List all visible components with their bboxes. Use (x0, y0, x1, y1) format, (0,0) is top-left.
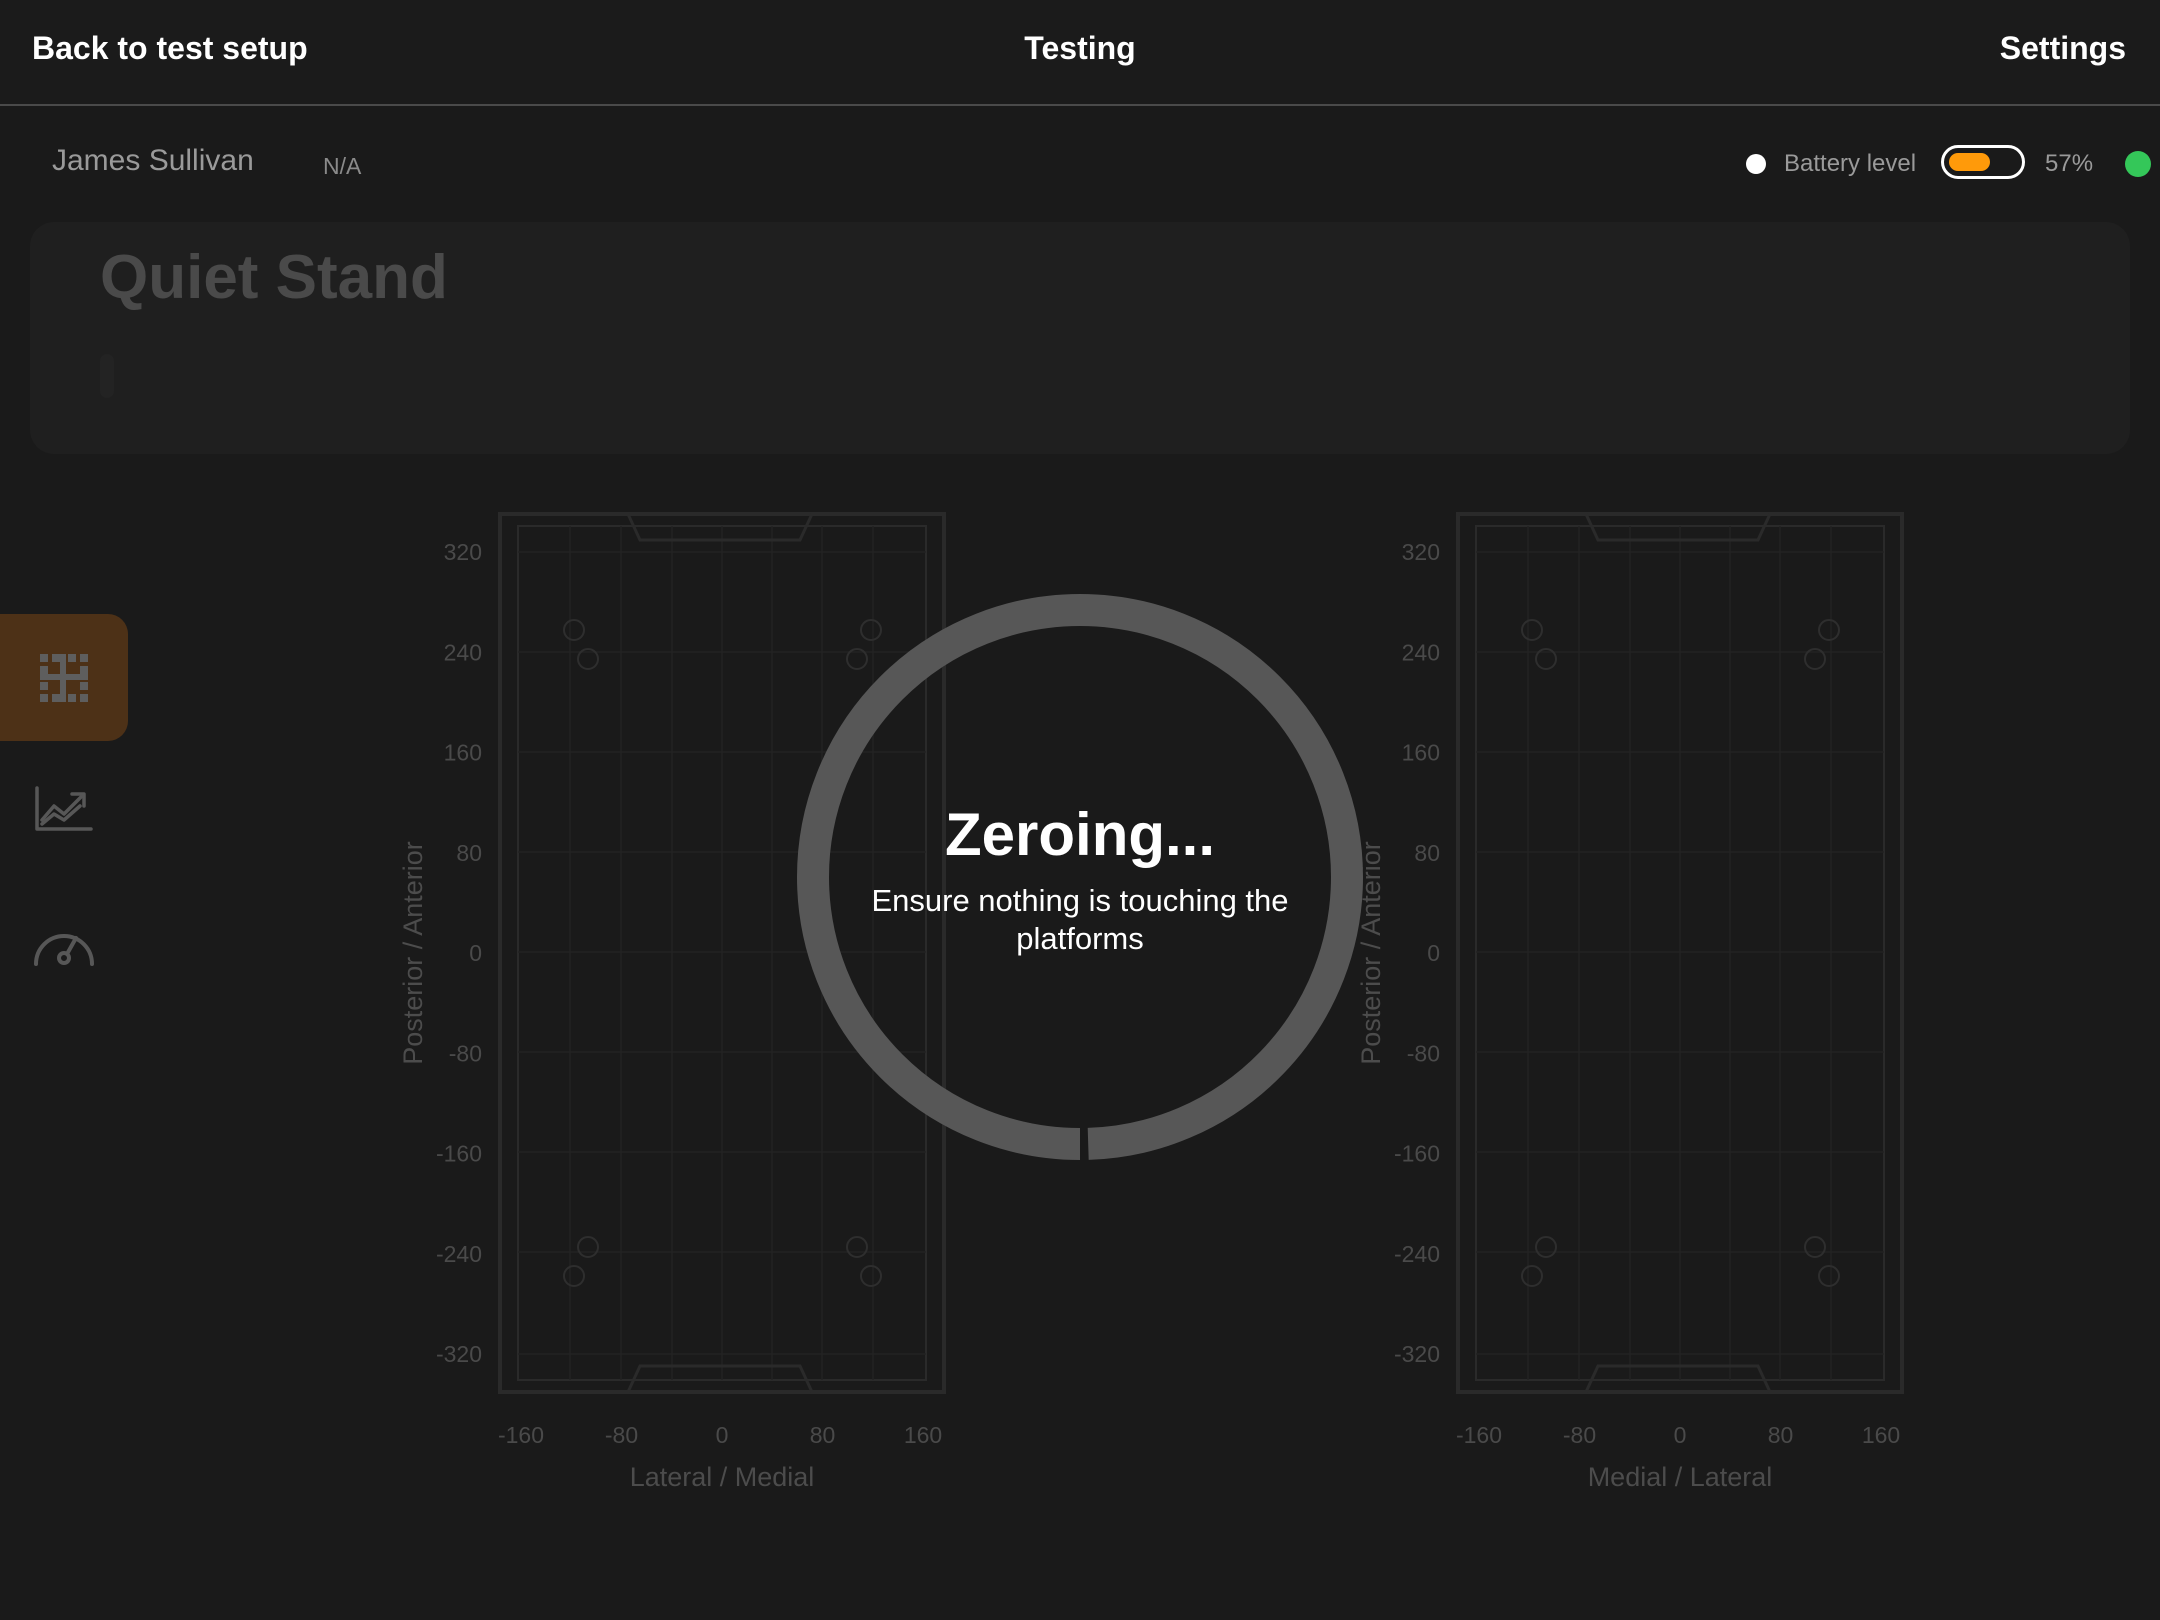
right-y-axis-label: Posterior / Anterior (1356, 841, 1386, 1065)
left-x-tick-label: -80 (605, 1422, 638, 1448)
right-x-tick-label: 0 (1674, 1422, 1687, 1448)
right-plate-plot: 320 240 160 80 0 -80 -160 -240 -320 -160 -80 0 80 16… (1356, 512, 1904, 1492)
right-x-tick-label: 160 (1862, 1422, 1900, 1448)
right-y-tick-label: 160 (1402, 740, 1440, 766)
left-plate-plot: 320 240 160 80 0 -80 -160 -240 -320 -160 -80 0 80 16… (398, 512, 946, 1492)
right-y-ticks: 320 240 160 80 0 -80 -160 -240 -320 (1394, 539, 1440, 1367)
left-x-axis-label: Lateral / Medial (630, 1462, 815, 1492)
right-x-axis-label: Medial / Lateral (1588, 1462, 1773, 1492)
right-y-tick-label: 80 (1414, 840, 1440, 866)
left-y-tick-label: 320 (444, 539, 482, 565)
right-y-tick-label: -320 (1394, 1341, 1440, 1367)
left-y-ticks: 320 240 160 80 0 -80 -160 -240 -320 (436, 539, 482, 1367)
left-y-tick-label: 80 (456, 840, 482, 866)
right-y-tick-label: 240 (1402, 639, 1440, 665)
right-x-ticks: -160 -80 0 80 160 (1456, 1422, 1900, 1448)
left-x-ticks: -160 -80 0 80 160 (498, 1422, 942, 1448)
right-y-tick-label: 320 (1402, 539, 1440, 565)
left-y-tick-label: -160 (436, 1141, 482, 1167)
right-y-tick-label: -160 (1394, 1141, 1440, 1167)
left-y-tick-label: -240 (436, 1241, 482, 1267)
left-y-tick-label: 160 (444, 740, 482, 766)
zeroing-title: Zeroing... (945, 801, 1215, 868)
left-x-tick-label: 160 (904, 1422, 942, 1448)
left-y-tick-label: -80 (449, 1040, 482, 1066)
left-x-tick-label: -160 (498, 1422, 544, 1448)
left-y-tick-label: -320 (436, 1341, 482, 1367)
right-x-tick-label: -80 (1563, 1422, 1596, 1448)
zeroing-message: Ensure nothing is touching the platforms (871, 883, 1289, 956)
right-y-tick-label: -80 (1407, 1040, 1440, 1066)
right-y-tick-label: -240 (1394, 1241, 1440, 1267)
right-x-tick-label: 80 (1768, 1422, 1794, 1448)
right-y-tick-label: 0 (1427, 940, 1440, 966)
right-x-tick-label: -160 (1456, 1422, 1502, 1448)
left-x-tick-label: 0 (716, 1422, 729, 1448)
left-y-axis-label: Posterior / Anterior (398, 841, 428, 1065)
left-y-tick-label: 240 (444, 639, 482, 665)
left-y-tick-label: 0 (469, 940, 482, 966)
left-x-tick-label: 80 (810, 1422, 836, 1448)
